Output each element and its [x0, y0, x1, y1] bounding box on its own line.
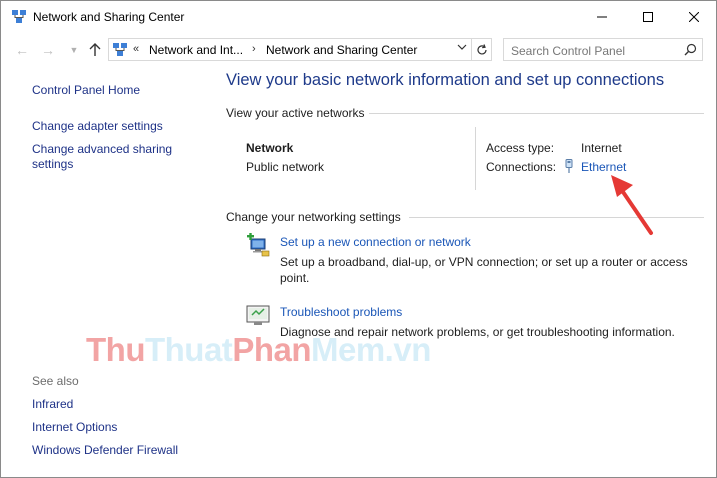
change-advanced-sharing-link-line2[interactable]: settings	[32, 157, 73, 172]
ethernet-link[interactable]: Ethernet	[581, 160, 626, 174]
close-button[interactable]	[671, 1, 717, 33]
troubleshoot-problems-link[interactable]: Troubleshoot problems	[280, 305, 402, 319]
setup-new-connection-description: Set up a broadband, dial-up, or VPN conn…	[280, 255, 688, 285]
watermark-logo: ThuThuatPhanMem.vn	[86, 331, 431, 369]
maximize-button[interactable]	[625, 1, 671, 33]
section-divider	[369, 113, 704, 114]
control-panel-home-link[interactable]: Control Panel Home	[32, 83, 140, 98]
section-divider	[409, 217, 704, 218]
refresh-button[interactable]	[472, 38, 492, 61]
main-content: View your basic network information and …	[216, 65, 716, 477]
watermark-part: Phan	[232, 331, 311, 368]
watermark-part: Thuat	[144, 331, 233, 368]
breadcrumb-overflow[interactable]: «	[133, 43, 139, 55]
connections-label: Connections:	[486, 160, 557, 174]
window-title: Network and Sharing Center	[33, 10, 185, 24]
breadcrumb-sharing-center[interactable]: Network and Sharing Center	[266, 43, 417, 57]
page-title: View your basic network information and …	[226, 71, 665, 89]
network-name: Network	[246, 141, 294, 155]
new-connection-icon	[246, 233, 270, 257]
setup-new-connection-link[interactable]: Set up a new connection or network	[280, 235, 471, 249]
ethernet-icon	[564, 159, 574, 176]
recent-locations-icon[interactable]: ▼	[65, 40, 83, 60]
network-type: Public network	[246, 160, 325, 174]
internet-options-link[interactable]: Internet Options	[32, 420, 117, 435]
network-center-icon	[11, 9, 27, 25]
windows-defender-firewall-link[interactable]: Windows Defender Firewall	[32, 443, 178, 458]
address-dropdown-icon[interactable]	[457, 42, 467, 55]
troubleshoot-icon	[246, 303, 270, 327]
up-arrow-icon[interactable]	[86, 40, 104, 60]
search-icon[interactable]	[684, 43, 697, 59]
minimize-button[interactable]	[579, 1, 625, 33]
watermark-part: Thu	[86, 331, 145, 368]
access-type-value: Internet	[581, 141, 622, 155]
access-type-label: Access type:	[486, 141, 555, 155]
breadcrumb-separator[interactable]: ›	[252, 43, 256, 55]
change-advanced-sharing-link[interactable]: Change advanced sharing	[32, 142, 172, 157]
forward-arrow-icon[interactable]: →	[39, 40, 57, 60]
address-bar[interactable]: « Network and Int... › Network and Shari…	[108, 38, 472, 61]
control-panel-icon	[112, 42, 128, 58]
active-networks-heading: View your active networks	[226, 106, 365, 120]
see-also-label: See also	[32, 374, 79, 388]
search-placeholder: Search Control Panel	[511, 44, 626, 58]
infrared-link[interactable]: Infrared	[32, 397, 73, 412]
search-input[interactable]: Search Control Panel	[503, 38, 703, 61]
window: Network and Sharing Center ← → ▼ « Netwo…	[0, 0, 717, 478]
annotation-arrow-icon	[611, 175, 653, 235]
vertical-divider	[475, 127, 476, 190]
change-adapter-settings-link[interactable]: Change adapter settings	[32, 119, 163, 134]
watermark-part: Mem.vn	[311, 331, 431, 368]
change-settings-heading: Change your networking settings	[226, 210, 401, 224]
title-bar: Network and Sharing Center	[1, 1, 716, 33]
breadcrumb-network-internet[interactable]: Network and Int...	[149, 43, 243, 57]
refresh-icon	[476, 43, 487, 54]
back-arrow-icon[interactable]: ←	[13, 40, 31, 60]
navigation-bar: ← → ▼ « Network and Int... › Network and…	[1, 37, 716, 63]
left-pane: Control Panel Home Change adapter settin…	[1, 65, 216, 477]
